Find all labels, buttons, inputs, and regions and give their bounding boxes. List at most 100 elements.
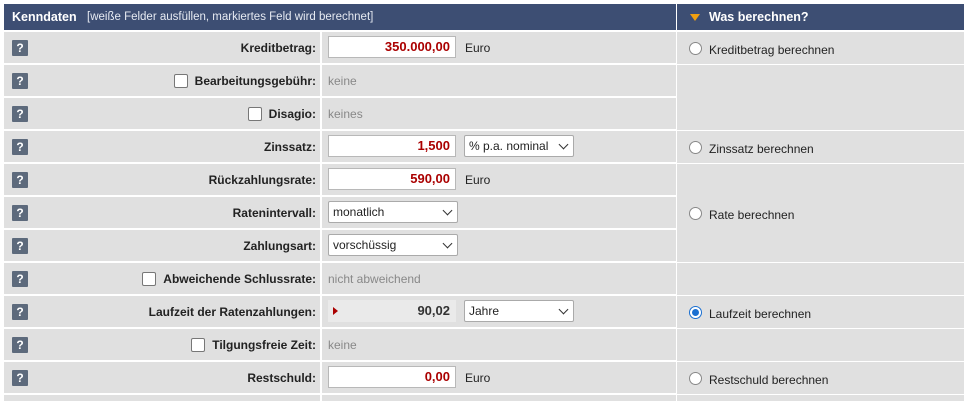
schlussrate-label-wrap: Abweichende Schlussrate: — [142, 272, 316, 286]
laufzeit-unit-value: Jahre — [469, 304, 500, 318]
calc-option-laufzeit[interactable]: Laufzeit berechnen — [677, 296, 964, 329]
loan-calculator: Kenndaten [weiße Felder ausfüllen, marki… — [0, 0, 968, 402]
value-cell: keines — [322, 98, 676, 130]
value-cell: monatlich — [322, 197, 676, 229]
label-cell: ? Rückzahlungsrate: — [4, 164, 320, 196]
triangle-right-icon — [333, 307, 338, 315]
value-cell — [322, 395, 676, 402]
help-icon[interactable]: ? — [12, 304, 28, 320]
chevron-down-icon — [442, 238, 453, 249]
label-cell: ? Zahlungsart: — [4, 230, 320, 262]
restschuld-radio[interactable] — [689, 372, 702, 385]
laufzeit-radio-label: Laufzeit berechnen — [709, 307, 812, 321]
laufzeit-label: Laufzeit der Ratenzahlungen: — [148, 305, 316, 319]
rate-radio[interactable] — [689, 207, 702, 220]
chevron-down-icon — [558, 139, 569, 150]
value-cell: 0,00 Euro — [322, 362, 676, 394]
help-icon[interactable]: ? — [12, 370, 28, 386]
help-icon[interactable]: ? — [12, 106, 28, 122]
help-icon[interactable]: ? — [12, 172, 28, 188]
calc-option-empty — [677, 65, 964, 131]
disagio-value: keines — [328, 107, 363, 121]
rueckzahlungsrate-input[interactable]: 590,00 — [328, 168, 456, 190]
value-cell: 1,500 % p.a. nominal — [322, 131, 676, 163]
laufzeit-value: 90,02 — [417, 303, 450, 318]
laufzeit-unit-select[interactable]: Jahre — [464, 300, 574, 322]
help-icon[interactable]: ? — [12, 271, 28, 287]
kenndaten-header: Kenndaten [weiße Felder ausfüllen, marki… — [4, 4, 676, 30]
value-cell: 90,02 Jahre — [322, 296, 676, 328]
label-cell — [4, 395, 320, 402]
zinssatz-label: Zinssatz: — [263, 140, 316, 154]
zinssatz-input[interactable]: 1,500 — [328, 135, 456, 157]
bearbeitungsgebuehr-label: Bearbeitungsgebühr: — [194, 74, 316, 88]
restschuld-radio-label: Restschuld berechnen — [709, 373, 829, 387]
kreditbetrag-radio[interactable] — [689, 42, 702, 55]
zahlungsart-label: Zahlungsart: — [243, 239, 316, 253]
zahlungsart-select[interactable]: vorschüssig — [328, 234, 458, 256]
zinssatz-radio-label: Zinssatz berechnen — [709, 142, 814, 156]
rueckzahlungsrate-unit: Euro — [465, 173, 491, 187]
help-icon[interactable]: ? — [12, 205, 28, 221]
chevron-down-icon — [558, 304, 569, 315]
disagio-checkbox[interactable] — [247, 107, 262, 121]
kreditbetrag-radio-label: Kreditbetrag berechnen — [709, 43, 835, 57]
ratenintervall-value: monatlich — [333, 205, 385, 219]
kreditbetrag-unit: Euro — [465, 41, 491, 55]
disagio-label: Disagio: — [268, 107, 316, 121]
schlussrate-value: nicht abweichend — [328, 272, 421, 286]
calc-option-empty — [677, 263, 964, 296]
triangle-down-icon — [690, 14, 700, 21]
label-cell: ? Zinssatz: — [4, 131, 320, 163]
value-cell: keine — [322, 65, 676, 97]
kreditbetrag-input[interactable]: 350.000,00 — [328, 36, 456, 58]
restschuld-unit: Euro — [465, 371, 491, 385]
rate-radio-label: Rate berechnen — [709, 208, 795, 222]
calc-option-rate[interactable]: Rate berechnen — [677, 164, 964, 263]
calc-option-empty — [677, 329, 964, 362]
help-icon[interactable]: ? — [12, 139, 28, 155]
calc-option-zinssatz[interactable]: Zinssatz berechnen — [677, 131, 964, 164]
label-cell: ? Ratenintervall: — [4, 197, 320, 229]
bearbeitungsgebuehr-checkbox[interactable] — [173, 74, 188, 88]
laufzeit-result-field: 90,02 — [328, 300, 456, 322]
header-subtitle: [weiße Felder ausfüllen, markiertes Feld… — [87, 11, 374, 23]
calc-option-restschuld[interactable]: Restschuld berechnen — [677, 362, 964, 395]
calc-option-kreditbetrag[interactable]: Kreditbetrag berechnen — [677, 32, 964, 65]
zinssatz-unit-select[interactable]: % p.a. nominal — [464, 135, 574, 157]
bearbeitungsgebuehr-label-wrap: Bearbeitungsgebühr: — [173, 74, 316, 88]
value-cell: keine — [322, 329, 676, 361]
bearbeitungsgebuehr-value: keine — [328, 74, 357, 88]
zinssatz-unit-value: % p.a. nominal — [469, 139, 549, 153]
ratenintervall-select[interactable]: monatlich — [328, 201, 458, 223]
help-icon[interactable]: ? — [12, 337, 28, 353]
chevron-down-icon — [442, 205, 453, 216]
value-cell: vorschüssig — [322, 230, 676, 262]
tilgungsfrei-label-wrap: Tilgungsfreie Zeit: — [191, 338, 316, 352]
restschuld-input[interactable]: 0,00 — [328, 366, 456, 388]
rueckzahlungsrate-label: Rückzahlungsrate: — [208, 173, 316, 187]
calculate-header-title: Was berechnen? — [709, 10, 809, 24]
ratenintervall-label: Ratenintervall: — [232, 206, 316, 220]
zinssatz-radio[interactable] — [689, 141, 702, 154]
tilgungsfrei-label: Tilgungsfreie Zeit: — [212, 338, 316, 352]
label-cell: ? Restschuld: — [4, 362, 320, 394]
restschuld-label: Restschuld: — [247, 371, 316, 385]
kreditbetrag-label: Kreditbetrag: — [240, 41, 316, 55]
help-icon[interactable]: ? — [12, 238, 28, 254]
header-title: Kenndaten — [12, 10, 77, 24]
schlussrate-label: Abweichende Schlussrate: — [163, 272, 316, 286]
schlussrate-checkbox[interactable] — [142, 272, 157, 286]
calculate-header: Was berechnen? — [677, 4, 964, 30]
label-cell: ? Bearbeitungsgebühr: — [4, 65, 320, 97]
label-cell: ? Tilgungsfreie Zeit: — [4, 329, 320, 361]
help-icon[interactable]: ? — [12, 40, 28, 56]
laufzeit-radio[interactable] — [689, 306, 702, 319]
label-cell: ? Abweichende Schlussrate: — [4, 263, 320, 295]
help-icon[interactable]: ? — [12, 73, 28, 89]
value-cell: 350.000,00 Euro — [322, 32, 676, 64]
tilgungsfrei-checkbox[interactable] — [191, 338, 206, 352]
value-cell: nicht abweichend — [322, 263, 676, 295]
label-cell: ? Kreditbetrag: — [4, 32, 320, 64]
value-cell: 590,00 Euro — [322, 164, 676, 196]
